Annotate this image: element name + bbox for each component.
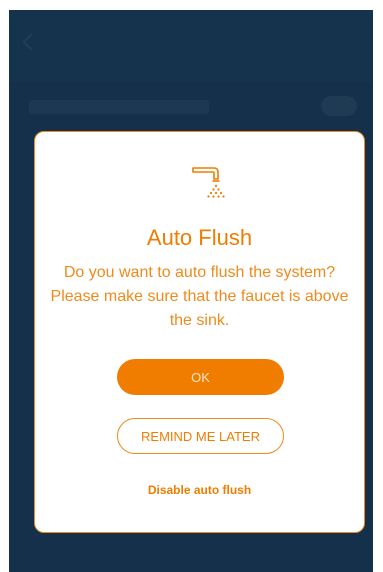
background-row xyxy=(29,100,209,114)
disable-auto-flush-link[interactable]: Disable auto flush xyxy=(35,483,364,497)
dialog-message: Do you want to auto flush the system? Pl… xyxy=(50,264,349,329)
remind-me-later-button[interactable]: REMIND ME LATER xyxy=(117,418,284,454)
dialog-title: Auto Flush xyxy=(146,225,253,250)
background-header xyxy=(9,10,373,82)
auto-flush-dialog: Auto Flush Do you want to auto flush the… xyxy=(34,131,365,533)
ok-button[interactable]: OK xyxy=(117,359,284,395)
background-toggle xyxy=(321,96,357,116)
background-back-icon xyxy=(22,33,40,51)
faucet-icon xyxy=(190,162,226,206)
